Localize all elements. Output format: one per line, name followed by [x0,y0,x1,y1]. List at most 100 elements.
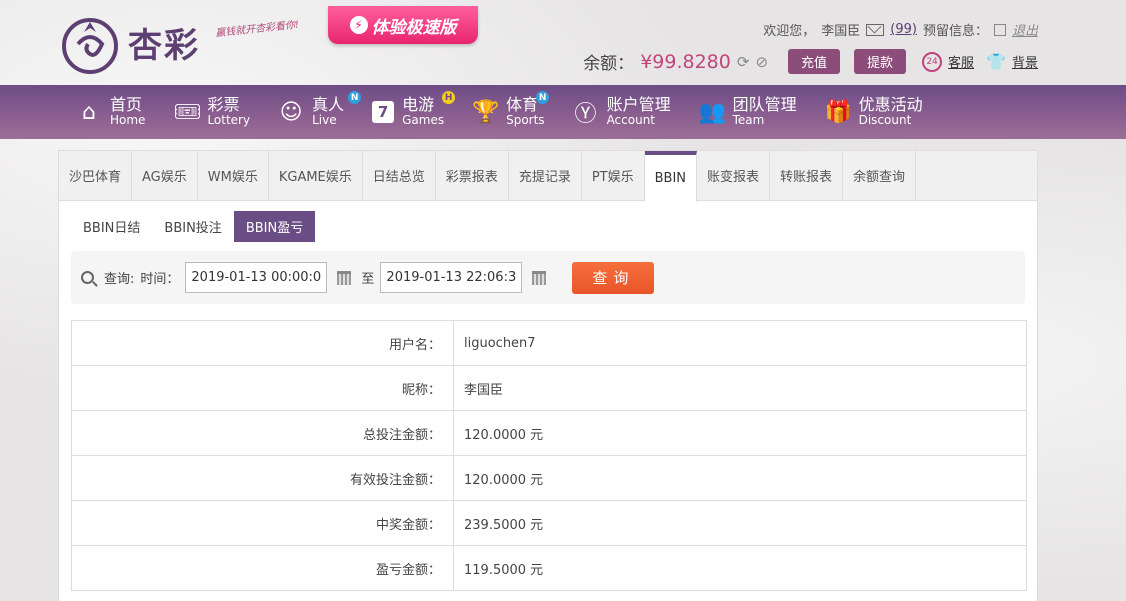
seven-icon: 7 [372,101,395,123]
row-value: 李国臣 [453,365,1027,411]
welcome-text: 欢迎您， [763,24,816,39]
query-label: 查询: [104,272,135,287]
header: 杏彩 赢钱就开杏彩看你! ⚡ 体验极速版 欢迎您， 李国臣 (99) 预留信息：… [0,0,1126,85]
mail-count-link[interactable]: (99) [890,22,917,37]
table-row: 中奖金额： 239.5000 元 [71,500,1027,546]
tab-lottery-report[interactable]: 彩票报表 [436,151,509,200]
row-label: 中奖金额： [71,500,454,546]
row-label: 总投注金额： [71,410,454,456]
team-icon: 👥 [698,99,726,125]
row-value: 239.5000 元 [453,500,1027,546]
hide-eye-icon[interactable]: ⊘ [755,53,768,71]
report-panel: 沙巴体育 AG娱乐 WM娱乐 KGAME娱乐 日结总览 彩票报表 充提记录 PT… [58,150,1038,601]
gift-icon: 🎁 [824,99,852,125]
home-icon: ⌂ [82,99,96,125]
mail-icon[interactable] [866,23,885,36]
nav-item-home[interactable]: ⌂ 首页 Home [76,85,145,139]
tab-saba-sports[interactable]: 沙巴体育 [59,151,133,200]
user-info-bar: 欢迎您， 李国臣 (99) 预留信息： 退出 [763,20,1038,39]
nav-item-team[interactable]: 👥 团队管理 Team [699,85,797,139]
hot-badge: H [442,91,456,104]
row-label: 有效投注金额： [71,455,454,501]
time-label: 时间： [140,272,180,287]
bolt-icon: ⚡ [349,16,368,34]
nav-label: 电游 [402,95,435,115]
tab-pt[interactable]: PT娱乐 [582,151,645,200]
customer-service-link[interactable]: 客服 [948,52,974,71]
alert-label: 预留信息： [922,24,988,39]
refresh-icon[interactable]: ⟳ [737,53,750,71]
dealer-icon: ☺ [279,99,303,125]
nav-label: 团队管理 [732,95,797,115]
nav-item-live[interactable]: ☺ 真人 Live N [278,85,362,139]
slogan: 赢钱就开杏彩看你! [214,19,300,40]
balance-row: 余额： ¥99.8280 ⟳ ⊘ 充值 提款 24 客服 👕 背景 [583,49,1038,74]
nav-label: 真人 [312,95,345,115]
subtab-bbin-daily[interactable]: BBIN日结 [71,211,152,242]
shirt-icon[interactable]: 👕 [986,52,1006,71]
tab-transfer-report[interactable]: 转账报表 [770,151,844,200]
row-value: 120.0000 元 [453,455,1027,501]
nav-sublabel: Games [402,113,445,128]
trophy-icon: 🏆 [472,99,500,125]
nav-item-games[interactable]: 7 电游 Games H [372,85,456,139]
speed-version-button[interactable]: ⚡ 体验极速版 [328,6,478,44]
customer-service-icon[interactable]: 24 [922,51,943,72]
nav-sublabel: Account [606,113,656,128]
nav-item-sports[interactable]: 🏆 体育 Sports N [472,85,550,139]
tab-bbin[interactable]: BBIN [644,151,698,202]
logo-emblem-icon[interactable] [58,14,122,78]
tab-deposit-withdraw[interactable]: 充提记录 [509,151,582,200]
table-row: 总投注金额： 120.0000 元 [71,410,1027,456]
edit-icon[interactable] [993,23,1006,36]
deposit-button[interactable]: 充值 [788,49,841,74]
row-value: liguochen7 [453,320,1027,366]
logout-link[interactable]: 退出 [1012,20,1038,39]
report-tabs: 沙巴体育 AG娱乐 WM娱乐 KGAME娱乐 日结总览 彩票报表 充提记录 PT… [59,151,1037,202]
nav-sublabel: Team [732,113,765,128]
tab-kgame[interactable]: KGAME娱乐 [269,151,363,200]
nav-sublabel: Discount [858,113,912,128]
subtab-bbin-profit[interactable]: BBIN盈亏 [233,211,316,242]
row-label: 盈亏金额： [71,545,454,591]
calendar-icon[interactable] [532,270,547,285]
to-label: 至 [361,272,375,287]
start-time-input[interactable] [185,262,328,293]
tab-wm[interactable]: WM娱乐 [198,151,269,200]
new-badge: N [536,91,550,104]
bbin-subtabs: BBIN日结 BBIN投注 BBIN盈亏 [59,201,1037,251]
ticket-icon: 🎟 [173,99,202,125]
nav-sublabel: Sports [506,113,545,128]
row-label: 用户名： [71,320,454,366]
tab-balance-query[interactable]: 余额查询 [843,151,917,200]
username: 李国臣 [821,24,861,39]
new-badge: N [348,91,362,104]
withdraw-button[interactable]: 提款 [854,49,907,74]
main-nav: ⌂ 首页 Home 🎟 彩票 Lottery ☺ 真人 Live N 7 电游 Game… [0,85,1126,139]
nav-sublabel: Lottery [207,113,251,128]
tab-balance-change[interactable]: 账变报表 [697,151,771,200]
row-value: 120.0000 元 [453,410,1027,456]
balance-label: 余额： [583,54,635,74]
nav-item-lottery[interactable]: 🎟 彩票 Lottery [173,85,250,139]
query-button[interactable]: 查询 [572,261,655,294]
table-row: 用户名： liguochen7 [71,320,1027,366]
nav-item-discount[interactable]: 🎁 优惠活动 Discount [825,85,923,139]
nav-label: 优惠活动 [858,95,923,115]
speed-version-label: 体验极速版 [371,17,457,38]
background-link[interactable]: 背景 [1012,52,1038,71]
logo-text[interactable]: 杏彩 [128,18,200,67]
nav-sublabel: Live [312,113,337,128]
subtab-bbin-bets[interactable]: BBIN投注 [152,211,233,242]
end-time-input[interactable] [380,262,523,293]
calendar-icon[interactable] [337,270,352,285]
tab-ag[interactable]: AG娱乐 [132,151,198,200]
nav-label: 彩票 [207,95,240,115]
yen-icon: Ⓨ [574,102,597,127]
nav-item-account[interactable]: Ⓨ 账户管理 Account [573,85,671,139]
balance-value: ¥99.8280 [640,50,731,73]
row-value: 119.5000 元 [453,545,1027,591]
nav-label: 账户管理 [606,95,671,115]
table-row: 昵称： 李国臣 [71,365,1027,411]
tab-daily-overview[interactable]: 日结总览 [363,151,436,200]
